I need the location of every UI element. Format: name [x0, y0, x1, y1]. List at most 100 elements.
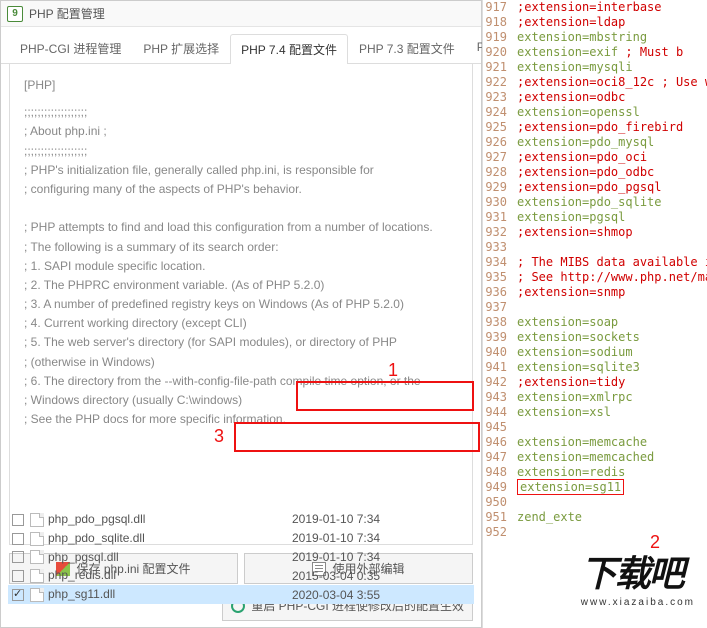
checkbox-icon[interactable] — [12, 589, 24, 601]
line-number: 930 — [483, 195, 511, 210]
file-row[interactable]: php_sg11.dll2020-03-04 3:55 — [8, 585, 474, 604]
code-line[interactable]: 938extension=soap — [483, 315, 707, 330]
code-text: ;extension=pdo_pgsql — [511, 180, 662, 195]
checkbox-icon[interactable] — [12, 551, 24, 563]
code-line[interactable]: 922;extension=oci8_12c ; Use w — [483, 75, 707, 90]
line-number: 937 — [483, 300, 511, 315]
file-icon — [30, 550, 44, 564]
code-line[interactable]: 933 — [483, 240, 707, 255]
file-date: 2019-01-10 7:34 — [288, 510, 474, 529]
file-row[interactable]: php_redis.dll2015-03-04 0:35 — [8, 566, 474, 585]
file-row[interactable]: php_pdo_pgsql.dll2019-01-10 7:34 — [8, 510, 474, 529]
line-number: 932 — [483, 225, 511, 240]
code-text: ;extension=pdo_oci — [511, 150, 647, 165]
code-text: extension=sodium — [511, 345, 633, 360]
window-title: PHP 配置管理 — [29, 5, 105, 22]
line-number: 947 — [483, 450, 511, 465]
code-text: extension=xmlrpc — [511, 390, 633, 405]
code-line[interactable]: 936;extension=snmp — [483, 285, 707, 300]
code-text: ;extension=tidy — [511, 375, 625, 390]
code-text: extension=pdo_mysql — [511, 135, 654, 150]
line-number: 939 — [483, 330, 511, 345]
tab-3[interactable]: PHP 7.3 配置文件 — [348, 33, 466, 63]
ini-line: ; 1. SAPI module specific location. — [24, 257, 458, 276]
line-number: 952 — [483, 525, 511, 540]
code-line[interactable]: 951zend_exte — [483, 510, 707, 525]
line-number: 935 — [483, 270, 511, 285]
code-line[interactable]: 920extension=exif ; Must b — [483, 45, 707, 60]
code-line[interactable]: 944extension=xsl — [483, 405, 707, 420]
code-line[interactable]: 930extension=pdo_sqlite — [483, 195, 707, 210]
ini-line: ; 3. A number of predefined registry key… — [24, 295, 458, 314]
code-line[interactable]: 943extension=xmlrpc — [483, 390, 707, 405]
code-text: extension=sg11 — [511, 480, 624, 495]
file-icon — [30, 532, 44, 546]
code-line[interactable]: 932;extension=shmop — [483, 225, 707, 240]
code-line[interactable]: 924extension=openssl — [483, 105, 707, 120]
code-line[interactable]: 935; See http://www.php.net/man — [483, 270, 707, 285]
code-line[interactable]: 952 — [483, 525, 707, 540]
code-line[interactable]: 946extension=memcache — [483, 435, 707, 450]
annotation-label-1: 1 — [388, 360, 398, 381]
code-text: extension=exif ; Must b — [511, 45, 683, 60]
line-number: 925 — [483, 120, 511, 135]
annotation-label-3: 3 — [214, 426, 224, 447]
line-number: 919 — [483, 30, 511, 45]
code-line[interactable]: 939extension=sockets — [483, 330, 707, 345]
line-number: 936 — [483, 285, 511, 300]
file-list: php_pdo_pgsql.dll2019-01-10 7:34php_pdo_… — [8, 510, 474, 604]
code-line[interactable]: 947extension=memcached — [483, 450, 707, 465]
code-line[interactable]: 934; The MIBS data available in — [483, 255, 707, 270]
file-date: 2019-01-10 7:34 — [288, 529, 474, 548]
line-number: 924 — [483, 105, 511, 120]
code-line[interactable]: 948extension=redis — [483, 465, 707, 480]
ini-line — [24, 199, 458, 218]
line-number: 942 — [483, 375, 511, 390]
code-text — [511, 420, 517, 435]
code-text: extension=mbstring — [511, 30, 647, 45]
app-icon: 9 — [7, 6, 23, 22]
code-line[interactable]: 928;extension=pdo_odbc — [483, 165, 707, 180]
ini-content[interactable]: [PHP] ;;;;;;;;;;;;;;;;;;;; About php.ini… — [9, 63, 473, 545]
code-line[interactable]: 942;extension=tidy — [483, 375, 707, 390]
code-text: extension=pdo_sqlite — [511, 195, 662, 210]
checkbox-icon[interactable] — [12, 514, 24, 526]
file-row[interactable]: php_pdo_sqlite.dll2019-01-10 7:34 — [8, 529, 474, 548]
code-text — [511, 495, 517, 510]
code-line[interactable]: 940extension=sodium — [483, 345, 707, 360]
line-number: 923 — [483, 90, 511, 105]
checkbox-icon[interactable] — [12, 533, 24, 545]
line-number: 949 — [483, 480, 511, 495]
code-line[interactable]: 921extension=mysqli — [483, 60, 707, 75]
code-line[interactable]: 931extension=pgsql — [483, 210, 707, 225]
code-line[interactable]: 917;extension=interbase — [483, 0, 707, 15]
code-line[interactable]: 927;extension=pdo_oci — [483, 150, 707, 165]
code-line[interactable]: 923;extension=odbc — [483, 90, 707, 105]
tab-0[interactable]: PHP-CGI 进程管理 — [9, 33, 132, 63]
code-text: extension=mysqli — [511, 60, 633, 75]
ini-line: ; About php.ini ; — [24, 122, 458, 141]
code-line[interactable]: 918;extension=ldap — [483, 15, 707, 30]
code-line[interactable]: 925;extension=pdo_firebird — [483, 120, 707, 135]
tab-1[interactable]: PHP 扩展选择 — [132, 33, 230, 63]
code-line[interactable]: 926extension=pdo_mysql — [483, 135, 707, 150]
line-number: 933 — [483, 240, 511, 255]
code-line[interactable]: 919extension=mbstring — [483, 30, 707, 45]
checkbox-icon[interactable] — [12, 570, 24, 582]
code-text: extension=openssl — [511, 105, 640, 120]
code-line[interactable]: 937 — [483, 300, 707, 315]
line-number: 934 — [483, 255, 511, 270]
ini-line: ; configuring many of the aspects of PHP… — [24, 180, 458, 199]
code-text: ;extension=ldap — [511, 15, 625, 30]
code-line[interactable]: 945 — [483, 420, 707, 435]
code-line[interactable]: 929;extension=pdo_pgsql — [483, 180, 707, 195]
code-text: extension=memcache — [511, 435, 647, 450]
code-line[interactable]: 949extension=sg11 — [483, 480, 707, 495]
tab-2[interactable]: PHP 7.4 配置文件 — [230, 34, 348, 64]
code-line[interactable]: 950 — [483, 495, 707, 510]
file-row[interactable]: php_pgsql.dll2019-01-10 7:34 — [8, 548, 474, 567]
code-text: ;extension=interbase — [511, 0, 662, 15]
watermark: 下载吧 www.xiazaiba.com — [581, 545, 695, 608]
code-editor[interactable]: 917;extension=interbase918;extension=lda… — [482, 0, 707, 628]
code-line[interactable]: 941extension=sqlite3 — [483, 360, 707, 375]
